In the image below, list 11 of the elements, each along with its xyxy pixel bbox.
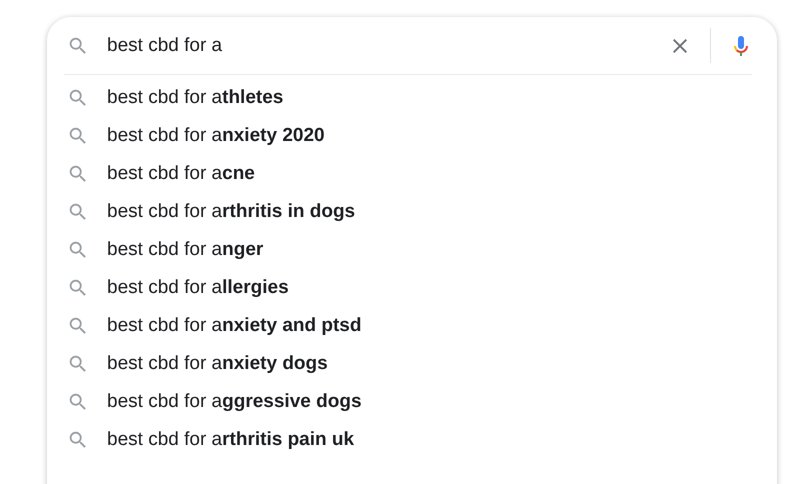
suggestion-item[interactable]: best cbd for arthritis pain uk: [107, 429, 354, 451]
suggestion-item[interactable]: best cbd for aggressive dogs: [107, 391, 362, 413]
suggestion-item[interactable]: best cbd for anxiety and ptsd: [107, 315, 362, 337]
suggestion-item[interactable]: best cbd for acne: [107, 163, 255, 185]
suggestion-item[interactable]: best cbd for anxiety dogs: [107, 353, 328, 375]
suggestion-item[interactable]: best cbd for arthritis in dogs: [107, 201, 356, 223]
suggestion-item[interactable]: best cbd for allergies: [107, 277, 289, 299]
search-field[interactable]: best cbd for a: [107, 34, 668, 56]
suggestion-item[interactable]: best cbd for anger: [107, 239, 264, 261]
suggestion-item[interactable]: best cbd for athletes: [107, 87, 284, 109]
suggestion-item[interactable]: best cbd for anxiety 2020: [107, 125, 325, 147]
